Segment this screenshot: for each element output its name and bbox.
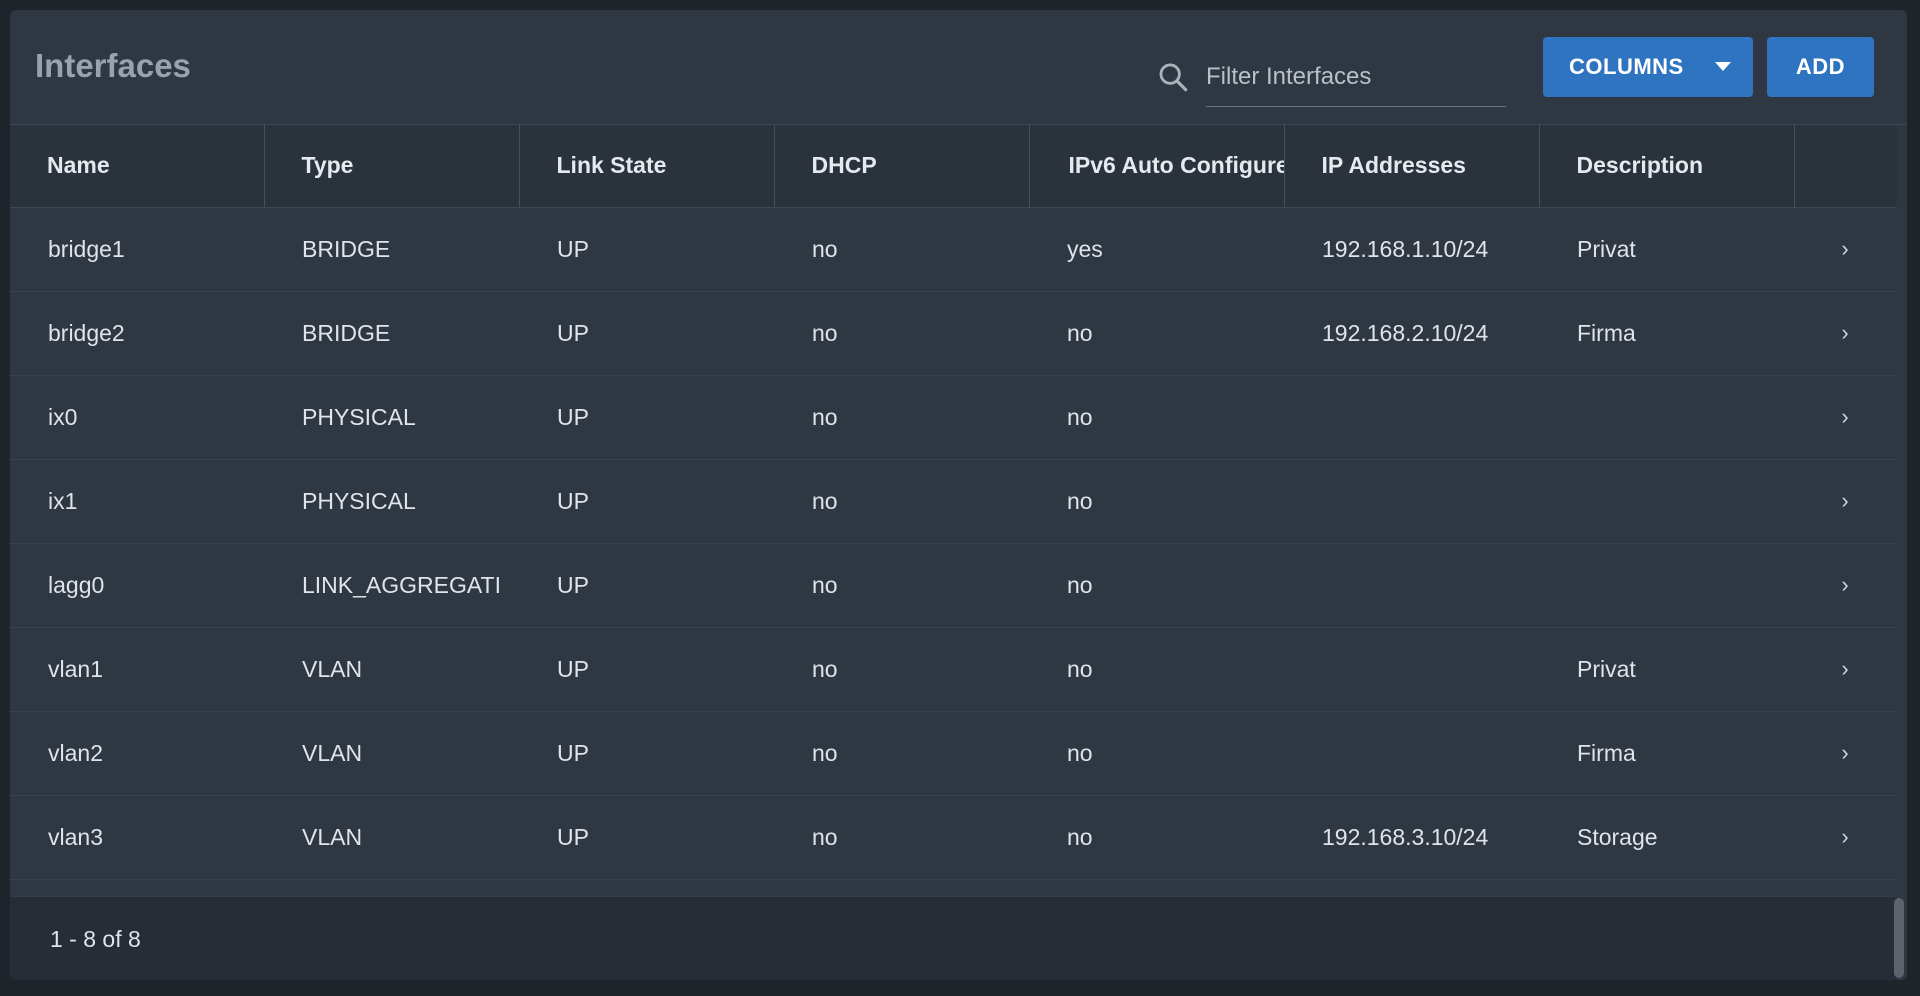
- column-header-type[interactable]: Type: [264, 125, 520, 208]
- cell-description: Storage: [1577, 823, 1658, 850]
- cell-ip-addresses: [1284, 375, 1539, 459]
- cell-description: Privat: [1577, 655, 1636, 682]
- cell-ipv6: yes: [1067, 235, 1103, 262]
- cell-link-state: UP: [557, 655, 589, 682]
- table-row[interactable]: lagg0 LINK_AGGREGATI UP no no ›: [10, 543, 1897, 627]
- cell-dhcp: no: [812, 319, 838, 346]
- interfaces-card: Interfaces COLUMNS ADD Name Type Link St…: [10, 10, 1907, 980]
- chevron-right-icon[interactable]: ›: [1794, 207, 1897, 291]
- cell-ipv6: no: [1067, 403, 1093, 430]
- table-footer: 1 - 8 of 8: [10, 896, 1897, 980]
- chevron-right-icon[interactable]: ›: [1794, 795, 1897, 879]
- cell-link-state: UP: [557, 319, 589, 346]
- table-row[interactable]: ix0 PHYSICAL UP no no ›: [10, 375, 1897, 459]
- filter-interfaces-input[interactable]: [1206, 54, 1506, 107]
- table-header-row: Name Type Link State DHCP IPv6 Auto Conf…: [10, 125, 1897, 208]
- table-row[interactable]: bridge1 BRIDGE UP no yes 192.168.1.10/24…: [10, 207, 1897, 291]
- cell-name: bridge1: [48, 235, 125, 262]
- pagination-range: 1 - 8 of 8: [50, 926, 141, 952]
- cell-ip-addresses: [1284, 711, 1539, 795]
- column-header-description[interactable]: Description: [1539, 125, 1795, 208]
- cell-dhcp: no: [812, 655, 838, 682]
- cell-link-state: UP: [557, 823, 589, 850]
- cell-name: ix1: [48, 487, 78, 514]
- cell-type: BRIDGE: [302, 235, 391, 262]
- cell-ip-addresses: [1284, 459, 1539, 543]
- cell-ipv6: no: [1067, 655, 1093, 682]
- columns-button[interactable]: COLUMNS: [1543, 37, 1753, 97]
- cell-type: VLAN: [302, 823, 363, 850]
- vertical-scrollbar[interactable]: [1894, 898, 1904, 978]
- cell-type: LINK_AGGREGATI: [302, 571, 501, 598]
- table-row[interactable]: vlan3 VLAN UP no no 192.168.3.10/24 Stor…: [10, 795, 1897, 879]
- chevron-right-icon[interactable]: ›: [1794, 375, 1897, 459]
- cell-name: vlan3: [48, 823, 103, 850]
- cell-ipv6: no: [1067, 823, 1093, 850]
- cell-link-state: UP: [557, 403, 589, 430]
- search-icon: [1159, 63, 1188, 92]
- cell-name: bridge2: [48, 319, 125, 346]
- cell-link-state: UP: [557, 571, 589, 598]
- search-box: [1156, 54, 1518, 107]
- cell-description: Firma: [1577, 739, 1636, 766]
- cell-dhcp: no: [812, 403, 838, 430]
- column-header-name[interactable]: Name: [10, 125, 265, 208]
- cell-dhcp: no: [812, 487, 838, 514]
- cell-type: VLAN: [302, 655, 363, 682]
- cell-description: [1539, 375, 1794, 459]
- chevron-right-icon[interactable]: ›: [1794, 543, 1897, 627]
- cell-ip-addresses: 192.168.2.10/24: [1322, 319, 1489, 346]
- cell-description: [1539, 543, 1794, 627]
- cell-type: BRIDGE: [302, 319, 391, 346]
- page-title: Interfaces: [35, 47, 191, 84]
- add-button[interactable]: ADD: [1767, 37, 1874, 97]
- cell-link-state: UP: [557, 235, 589, 262]
- chevron-right-icon[interactable]: ›: [1794, 627, 1897, 711]
- cell-ip-addresses: [1284, 627, 1539, 711]
- cell-link-state: UP: [557, 487, 589, 514]
- cell-dhcp: no: [812, 739, 838, 766]
- cell-name: vlan1: [48, 655, 103, 682]
- chevron-right-icon[interactable]: ›: [1794, 291, 1897, 375]
- cell-dhcp: no: [812, 235, 838, 262]
- cell-ip-addresses: 192.168.1.10/24: [1322, 235, 1489, 262]
- column-header-ip-addresses[interactable]: IP Addresses: [1284, 125, 1540, 208]
- cell-ipv6: no: [1067, 319, 1093, 346]
- cell-ipv6: no: [1067, 739, 1093, 766]
- column-header-actions: [1794, 125, 1897, 208]
- columns-button-label: COLUMNS: [1569, 54, 1684, 79]
- cell-type: PHYSICAL: [302, 487, 416, 514]
- cell-link-state: UP: [557, 739, 589, 766]
- table-row[interactable]: vlan1 VLAN UP no no Privat ›: [10, 627, 1897, 711]
- column-header-dhcp[interactable]: DHCP: [774, 125, 1030, 208]
- interfaces-table: Name Type Link State DHCP IPv6 Auto Conf…: [10, 125, 1897, 880]
- cell-description: Privat: [1577, 235, 1636, 262]
- toolbar: Interfaces COLUMNS ADD: [10, 10, 1907, 125]
- table-row[interactable]: ix1 PHYSICAL UP no no ›: [10, 459, 1897, 543]
- cell-ipv6: no: [1067, 571, 1093, 598]
- chevron-right-icon[interactable]: ›: [1794, 459, 1897, 543]
- cell-dhcp: no: [812, 823, 838, 850]
- cell-name: vlan2: [48, 739, 103, 766]
- cell-name: lagg0: [48, 571, 105, 598]
- column-header-link-state[interactable]: Link State: [519, 125, 775, 208]
- cell-ipv6: no: [1067, 487, 1093, 514]
- cell-name: ix0: [48, 403, 78, 430]
- cell-ip-addresses: [1284, 543, 1539, 627]
- table-row[interactable]: bridge2 BRIDGE UP no no 192.168.2.10/24 …: [10, 291, 1897, 375]
- cell-ip-addresses: 192.168.3.10/24: [1322, 823, 1489, 850]
- caret-down-icon: [1715, 62, 1731, 71]
- cell-description: [1539, 459, 1794, 543]
- cell-type: VLAN: [302, 739, 363, 766]
- cell-type: PHYSICAL: [302, 403, 416, 430]
- cell-dhcp: no: [812, 571, 838, 598]
- table-row[interactable]: vlan2 VLAN UP no no Firma ›: [10, 711, 1897, 795]
- chevron-right-icon[interactable]: ›: [1794, 711, 1897, 795]
- cell-description: Firma: [1577, 319, 1636, 346]
- column-header-ipv6-auto-configure[interactable]: IPv6 Auto Configure: [1029, 125, 1285, 208]
